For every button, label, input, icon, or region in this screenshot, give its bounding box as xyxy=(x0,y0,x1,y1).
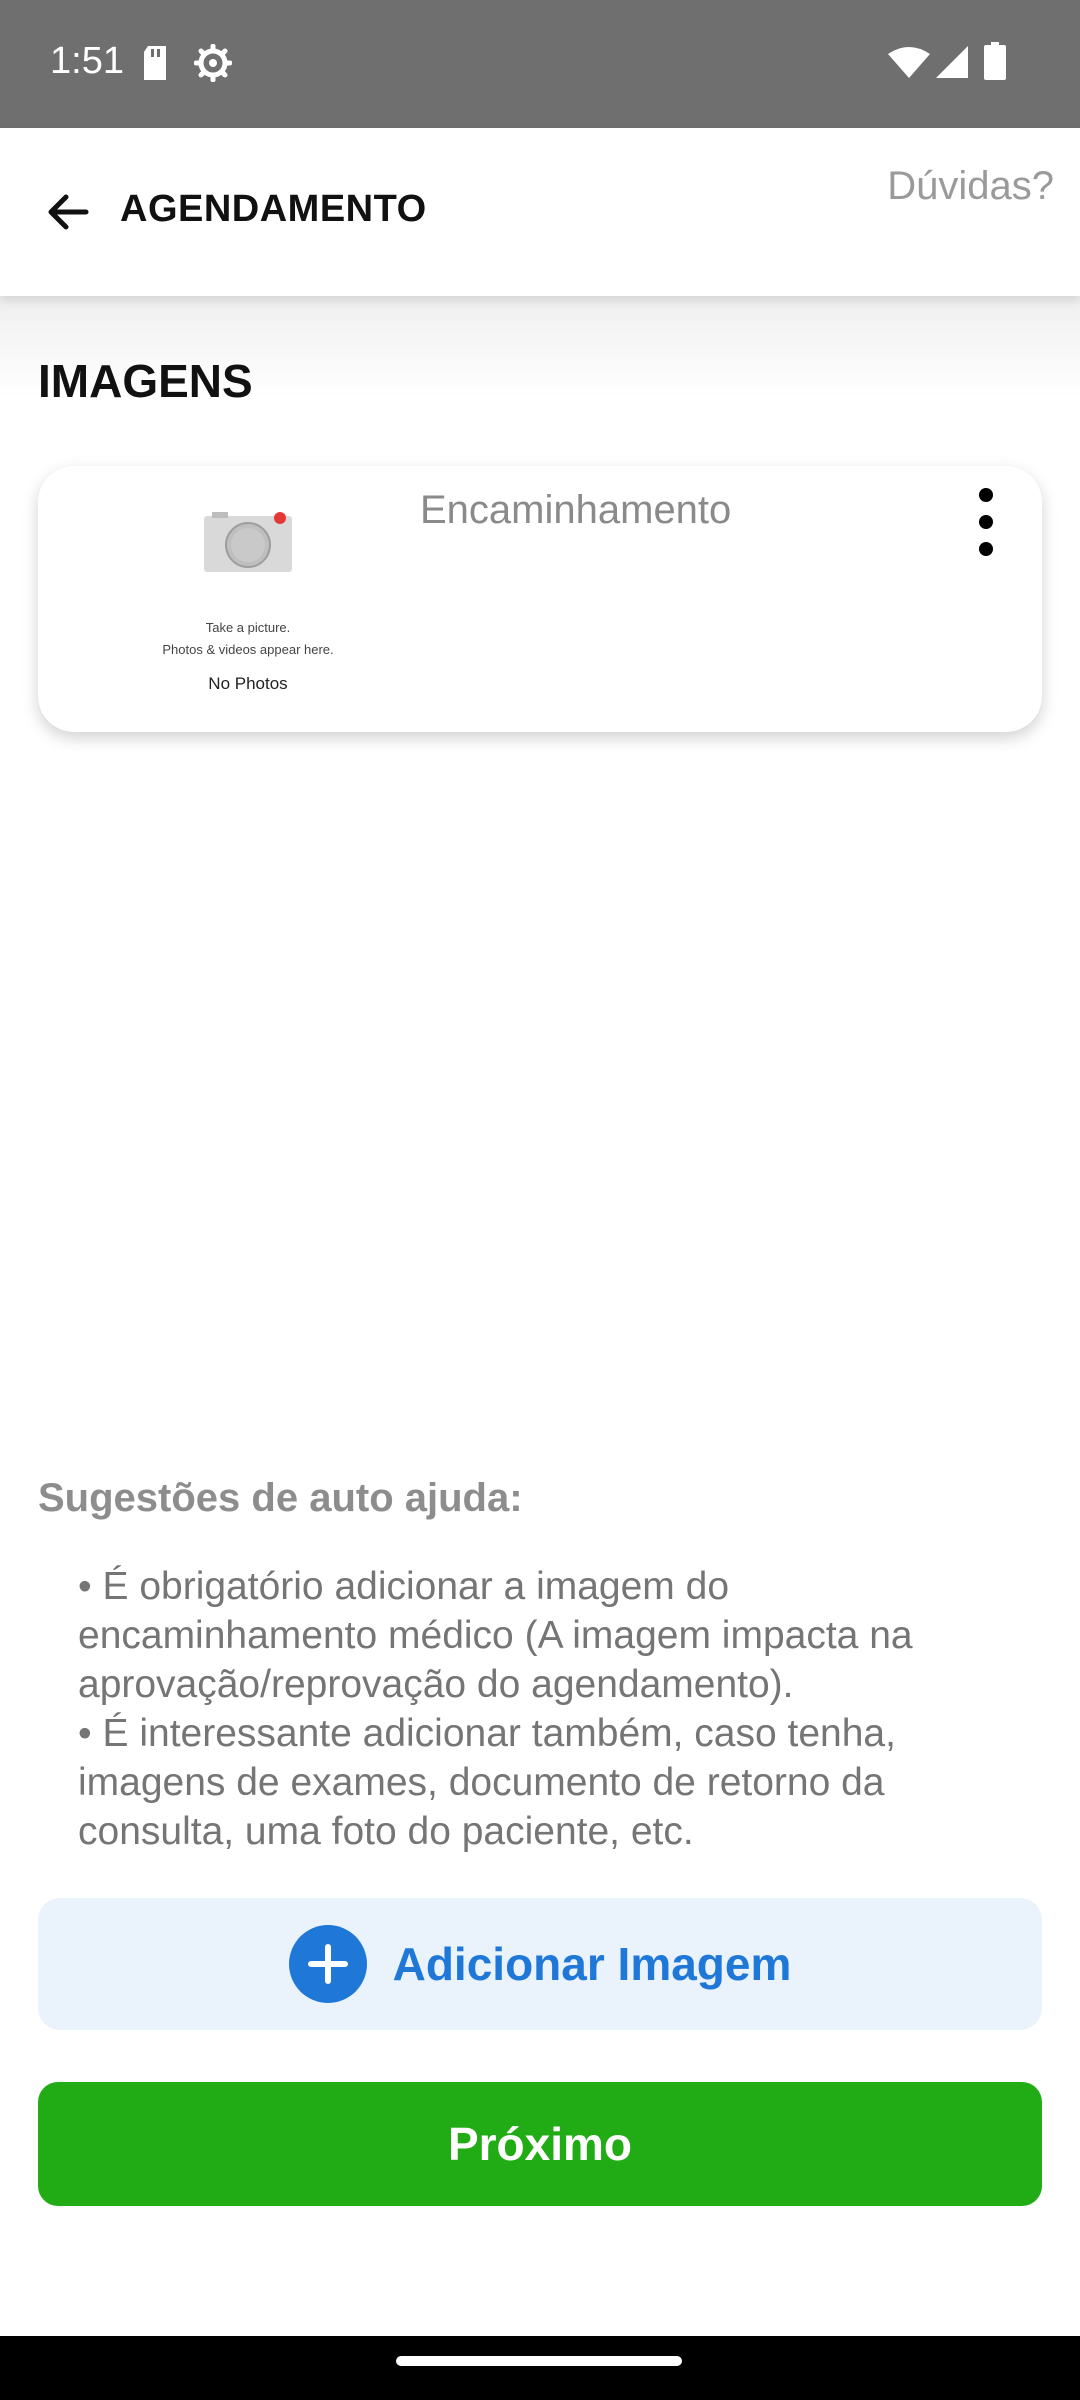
battery-icon xyxy=(984,42,1006,80)
system-nav-bar xyxy=(0,2336,1080,2400)
add-image-button[interactable]: Adicionar Imagem xyxy=(38,1898,1042,2030)
settings-gear-icon xyxy=(194,44,232,82)
section-title: IMAGENS xyxy=(38,355,253,407)
more-options-button[interactable] xyxy=(966,488,1006,556)
more-vertical-icon xyxy=(979,515,993,529)
more-vertical-icon xyxy=(979,488,993,502)
status-bar: 1:51 xyxy=(0,0,1080,128)
tips-title: Sugestões de auto ajuda: xyxy=(38,1476,523,1520)
app-bar: AGENDAMENTO Dúvidas? xyxy=(0,128,1080,296)
image-card[interactable]: Take a picture. Photos & videos appear h… xyxy=(38,466,1042,732)
status-time: 1:51 xyxy=(50,40,124,82)
tips-list: • É obrigatório adicionar a imagem do en… xyxy=(78,1562,1038,1856)
next-button-label: Próximo xyxy=(447,2118,633,2170)
camera-icon xyxy=(204,512,292,572)
next-button[interactable]: Próximo xyxy=(38,2082,1042,2206)
add-image-label: Adicionar Imagem xyxy=(392,1938,792,1990)
back-button[interactable] xyxy=(36,180,100,244)
thumbnail-caption: Photos & videos appear here. xyxy=(162,642,334,657)
image-thumbnail[interactable]: Take a picture. Photos & videos appear h… xyxy=(128,502,368,693)
sd-card-icon xyxy=(144,46,166,80)
home-gesture-handle[interactable] xyxy=(396,2356,682,2366)
page-title: AGENDAMENTO xyxy=(120,188,427,230)
tip-item: • É interessante adicionar também, caso … xyxy=(78,1712,896,1853)
thumbnail-empty-label: No Photos xyxy=(208,674,288,693)
more-vertical-icon xyxy=(979,542,993,556)
thumbnail-caption: Take a picture. xyxy=(205,620,291,635)
image-card-label: Encaminhamento xyxy=(420,488,732,532)
help-link[interactable]: Dúvidas? xyxy=(887,164,1054,209)
plus-circle-icon xyxy=(288,1925,367,2003)
wifi-icon xyxy=(888,47,930,78)
tip-item: • É obrigatório adicionar a imagem do en… xyxy=(78,1565,913,1706)
cell-signal-icon xyxy=(936,46,968,78)
arrow-left-icon xyxy=(48,194,89,230)
